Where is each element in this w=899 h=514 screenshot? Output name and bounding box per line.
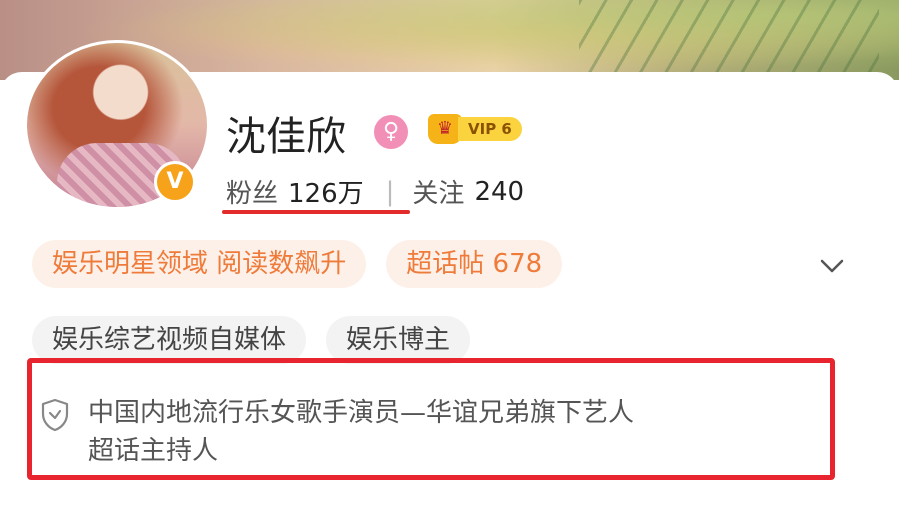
- chevron-down-icon[interactable]: [818, 252, 846, 280]
- verified-badge-icon: V: [154, 161, 196, 203]
- fans-label[interactable]: 粉丝: [226, 173, 278, 210]
- tag-category-media[interactable]: 娱乐综艺视频自媒体: [32, 316, 307, 364]
- shield-icon: [40, 398, 70, 432]
- following-count[interactable]: 240: [474, 177, 524, 207]
- tag-trending-domain[interactable]: 娱乐明星领域 阅读数飙升: [32, 240, 367, 288]
- female-icon: ♀: [374, 115, 408, 149]
- stats-divider: |: [385, 176, 395, 207]
- fans-underline-annotation: [222, 210, 410, 214]
- fans-count[interactable]: 126万: [288, 173, 364, 210]
- tag-super-topic-posts[interactable]: 超话帖 678: [386, 240, 563, 288]
- profile-name: 沈佳欣: [226, 114, 346, 160]
- tag-row-2: 娱乐综艺视频自媒体 娱乐博主: [32, 316, 471, 364]
- bio-line-1: 中国内地流行乐女歌手演员—华谊兄弟旗下艺人: [88, 398, 635, 428]
- tag-row-1: 娱乐明星领域 阅读数飙升 超话帖 678: [32, 240, 563, 288]
- crown-icon: ♛: [428, 114, 462, 144]
- follow-stats: 粉丝 126万 | 关注 240: [226, 173, 524, 210]
- vip-level-label: VIP 6: [458, 117, 522, 141]
- profile-bio: 中国内地流行乐女歌手演员—华谊兄弟旗下艺人 超话主持人: [88, 394, 828, 470]
- tag-category-blogger[interactable]: 娱乐博主: [326, 316, 471, 364]
- following-label[interactable]: 关注: [412, 173, 464, 210]
- bio-line-2: 超话主持人: [88, 436, 219, 466]
- vip-badge[interactable]: ♛ VIP 6: [428, 114, 522, 144]
